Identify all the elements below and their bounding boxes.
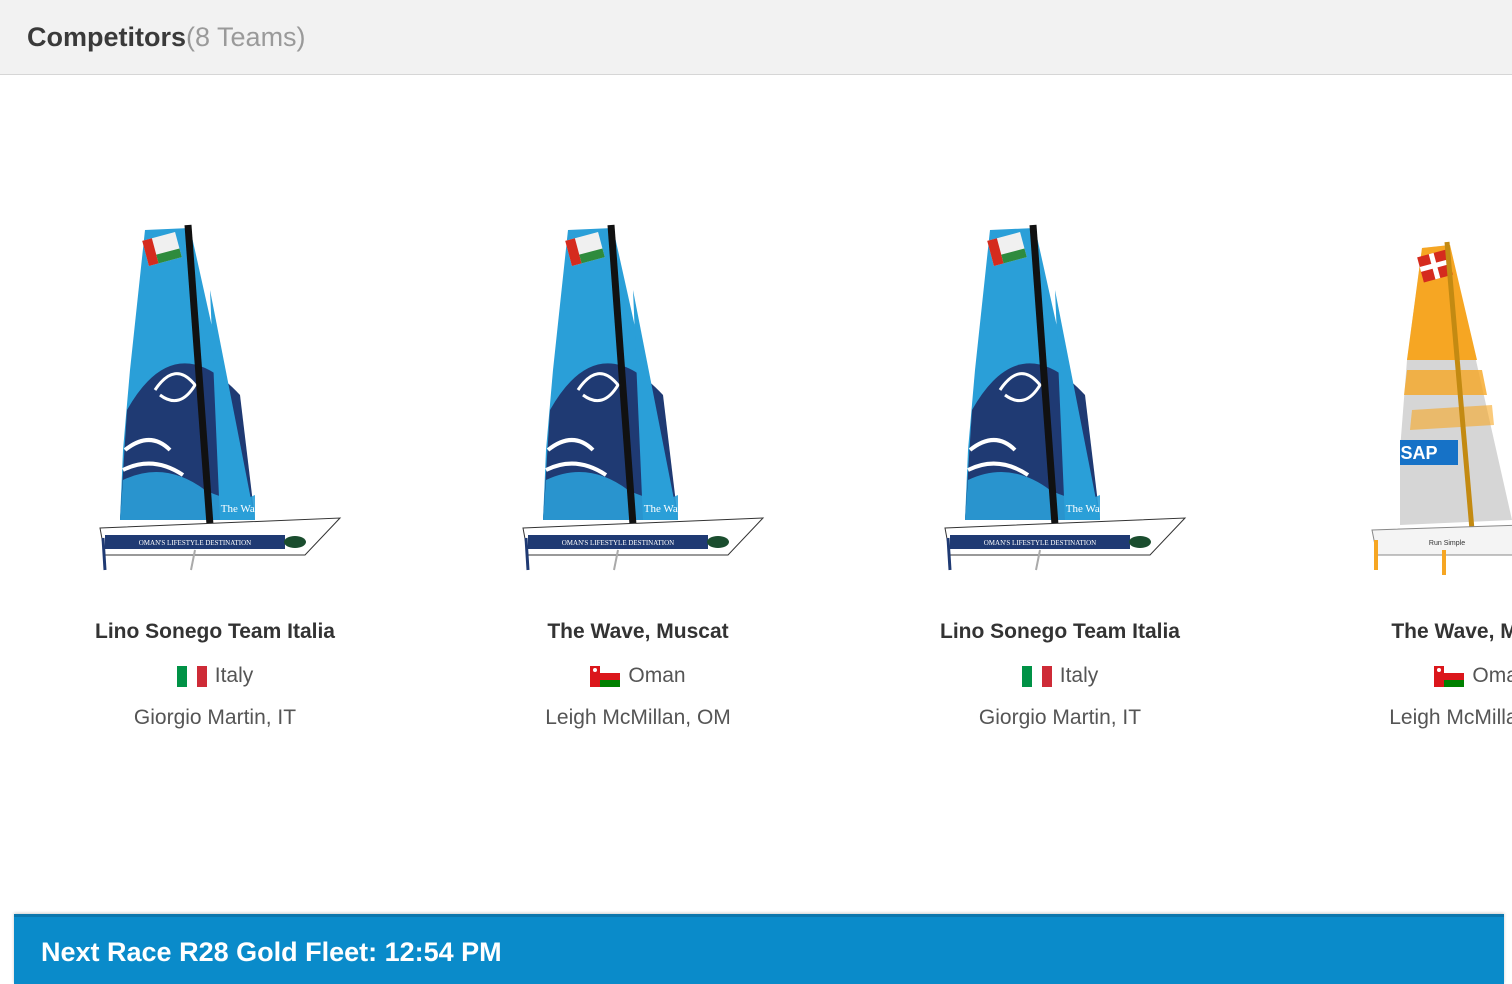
competitor-card[interactable]: SAP Run Simple The Wave, Muscat Oman Lei…	[1272, 75, 1512, 775]
country-row: Italy	[5, 664, 425, 688]
hull: OMAN'S LIFESTYLE DESTINATION	[944, 517, 1187, 571]
the-wave-sail: The Wave	[120, 224, 266, 526]
country-row: Oman	[1272, 664, 1512, 688]
country-name: Oman	[628, 664, 686, 687]
boat-image: The Wave OMAN'S LIFESTYLE DESTINATION	[522, 224, 765, 571]
hull: Run Simple	[1371, 524, 1512, 575]
competitors-header: Competitors(8 Teams)	[0, 0, 1512, 75]
svg-text:OMAN'S LIFESTYLE DESTINATION: OMAN'S LIFESTYLE DESTINATION	[139, 539, 251, 547]
boat-image: The Wave OMAN'S LIFESTYLE DESTINATION	[99, 224, 342, 571]
svg-text:The Wave: The Wave	[1066, 503, 1111, 515]
skipper-name: Leigh McMillan, OM	[1389, 706, 1512, 729]
team-name: Lino Sonego Team Italia	[95, 620, 335, 643]
competitor-card[interactable]: The Wave OMAN'S LIFESTYLE DESTINATION Li…	[850, 75, 1270, 775]
hull: OMAN'S LIFESTYLE DESTINATION	[99, 517, 342, 571]
country-row: Italy	[850, 664, 1270, 688]
boat-image: The Wave OMAN'S LIFESTYLE DESTINATION	[944, 224, 1187, 571]
skipper-name: Giorgio Martin, IT	[133, 706, 297, 729]
oman-flag-icon	[590, 665, 621, 687]
team-name: Lino Sonego Team Italia	[940, 620, 1180, 643]
svg-text:OMAN'S LIFESTYLE DESTINATION: OMAN'S LIFESTYLE DESTINATION	[562, 539, 674, 547]
skipper-name: Giorgio Martin, IT	[978, 706, 1142, 729]
the-wave-sail: The Wave	[543, 224, 689, 526]
country-row: Oman	[428, 664, 848, 688]
svg-text:Run Simple: Run Simple	[1429, 540, 1465, 547]
team-count: (8 Teams)	[186, 22, 306, 52]
team-name: The Wave, Muscat	[547, 620, 729, 643]
team-name: The Wave, Muscat	[1391, 620, 1512, 643]
the-wave-sail: The Wave	[965, 224, 1111, 526]
oman-flag-icon	[1434, 665, 1465, 687]
svg-text:The Wave: The Wave	[221, 503, 266, 515]
next-race-banner[interactable]: Next Race R28 Gold Fleet: 12:54 PM	[14, 914, 1504, 984]
page-title: Competitors(8 Teams)	[27, 20, 306, 54]
country-name: Oman	[1472, 664, 1512, 687]
svg-text:OMAN'S LIFESTYLE DESTINATION: OMAN'S LIFESTYLE DESTINATION	[984, 539, 1096, 547]
svg-text:SAP: SAP	[1400, 443, 1437, 463]
boat-image: SAP Run Simple	[1371, 241, 1512, 575]
hull: OMAN'S LIFESTYLE DESTINATION	[522, 517, 765, 571]
competitor-list: The Wave OMAN'S LIFESTYLE DESTINATION Li…	[0, 75, 1512, 914]
competitor-card[interactable]: The Wave OMAN'S LIFESTYLE DESTINATION Th…	[428, 75, 848, 775]
sap-sail: SAP	[1400, 241, 1512, 531]
country-name: Italy	[214, 664, 254, 687]
svg-text:The Wave: The Wave	[644, 503, 689, 515]
next-race-label: Next Race R28 Gold Fleet: 12:54 PM	[41, 937, 502, 967]
competitor-card[interactable]: The Wave OMAN'S LIFESTYLE DESTINATION Li…	[5, 75, 425, 775]
skipper-name: Leigh McMillan, OM	[545, 706, 731, 729]
title-text: Competitors	[27, 22, 187, 52]
italy-flag-icon	[176, 665, 207, 687]
country-name: Italy	[1059, 664, 1099, 687]
italy-flag-icon	[1021, 665, 1052, 687]
